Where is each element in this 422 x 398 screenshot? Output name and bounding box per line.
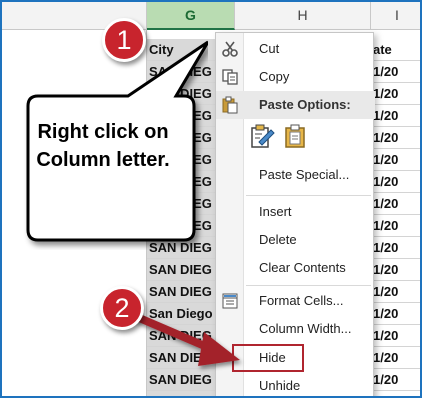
cell-i[interactable]: 1/20 — [371, 127, 420, 149]
step-1-badge: 1 — [102, 18, 146, 62]
step-2-badge: 2 — [100, 286, 144, 330]
menu-item-delete-label: Delete — [259, 232, 297, 247]
cell-i[interactable]: 1/20 — [371, 369, 420, 391]
column-header-i[interactable]: I — [371, 2, 420, 30]
menu-item-copy-label: Copy — [259, 69, 290, 84]
menu-item-format-cells-label: Format Cells... — [259, 293, 344, 308]
tutorial-screenshot: G H I CityateSAN DIEG1/20SAN DIEG1/20SAN… — [0, 0, 422, 398]
menu-item-clear-contents-label: Clear Contents — [259, 260, 346, 275]
cell-i[interactable]: 1/20 — [371, 105, 420, 127]
callout-text: Right click on Column letter. — [36, 121, 170, 171]
clipboard-icon — [221, 96, 239, 124]
cell-i[interactable]: 1/20 — [371, 61, 420, 83]
menu-separator — [246, 285, 371, 286]
menu-item-unhide-label: Unhide — [259, 378, 301, 393]
menu-item-clear-contents[interactable]: Clear Contents — [216, 254, 375, 282]
menu-item-cut[interactable]: Cut — [216, 35, 375, 63]
copy-icon — [221, 68, 239, 86]
cell-i[interactable]: 1/20 — [371, 149, 420, 171]
menu-item-copy[interactable]: Copy — [216, 63, 375, 91]
menu-separator — [246, 195, 371, 196]
menu-item-delete[interactable]: Delete — [216, 226, 375, 254]
column-header-g[interactable]: G — [147, 2, 235, 30]
menu-item-paste-special[interactable]: Paste Special... — [216, 161, 375, 189]
cell-i[interactable]: 1/20 — [371, 325, 420, 347]
menu-item-unhide[interactable]: Unhide — [216, 372, 375, 396]
cell-i[interactable]: 1/20 — [371, 347, 420, 369]
menu-item-insert-label: Insert — [259, 204, 292, 219]
cell-i[interactable]: 1/20 — [371, 237, 420, 259]
cell-i[interactable]: 1/20 — [371, 171, 420, 193]
cell-i[interactable]: 1/20 — [371, 303, 420, 325]
cell-i[interactable]: 1/20 — [371, 215, 420, 237]
menu-item-paste-special-label: Paste Special... — [259, 167, 350, 182]
paste-options-header: Paste Options: — [216, 91, 375, 119]
cell-i[interactable]: 1/20 — [371, 193, 420, 215]
menu-item-column-width-label: Column Width... — [259, 321, 352, 336]
paste-formatting-icon[interactable] — [250, 123, 276, 149]
cell-i[interactable]: 1/20 — [371, 83, 420, 105]
cell-i[interactable]: 1/20 — [371, 281, 420, 303]
menu-item-cut-label: Cut — [259, 41, 280, 56]
cell-i[interactable]: ate — [371, 39, 420, 61]
clipboard-icon[interactable] — [282, 123, 308, 149]
cell-i[interactable]: 1/20 — [371, 259, 420, 281]
scissors-icon — [221, 40, 239, 58]
paste-options-label: Paste Options: — [259, 97, 351, 112]
column-header-h[interactable]: H — [235, 2, 371, 30]
menu-item-insert[interactable]: Insert — [216, 198, 375, 226]
cell-i[interactable]: 1/20 — [371, 391, 420, 396]
